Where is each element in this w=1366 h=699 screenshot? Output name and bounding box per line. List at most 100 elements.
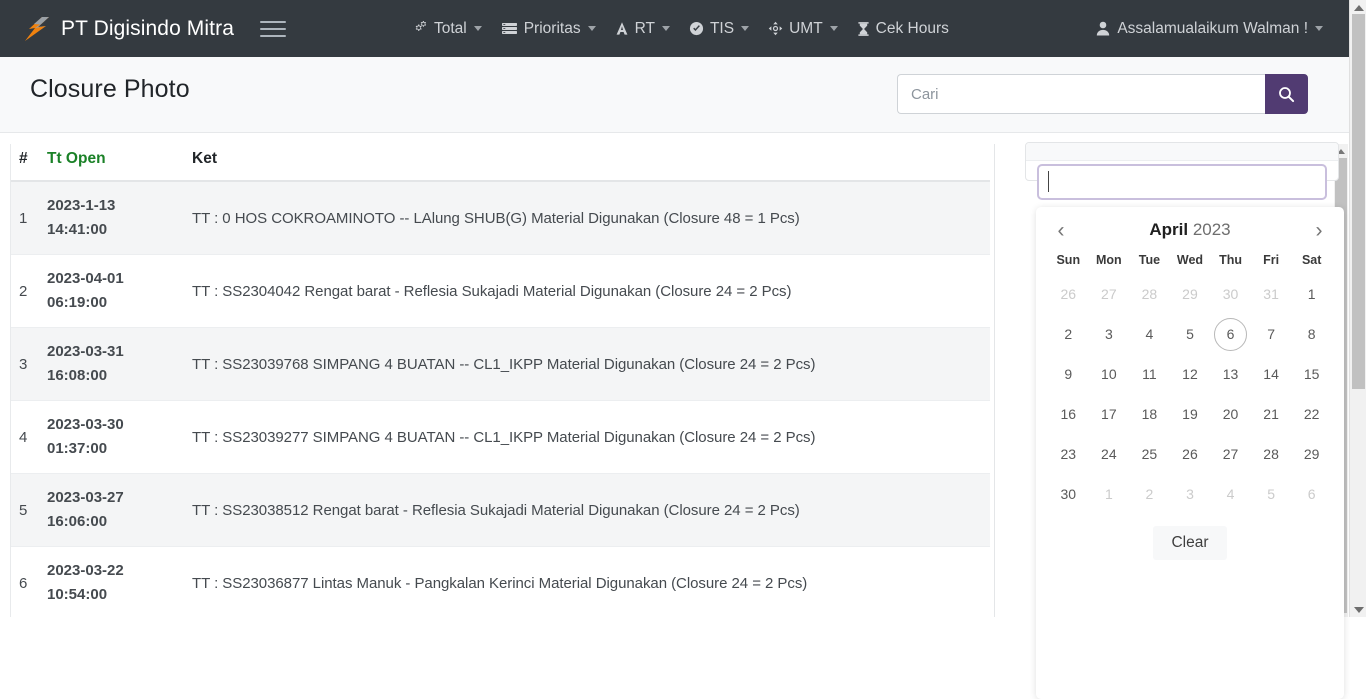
datepicker-days: 26 27 28 29 30 31 1 2 3 4 5 6 7 8 9 10 1… [1048,274,1332,514]
table-row[interactable]: 5 2023-03-27 16:06:00 TT : SS23038512 Re… [11,473,990,547]
day-cell[interactable]: 26 [1170,434,1211,474]
datepicker-week: 2 3 4 5 6 7 8 [1048,314,1332,354]
hourglass-icon [857,21,870,37]
column-header-ket[interactable]: Ket [184,144,990,182]
chevron-down-icon [661,26,670,31]
day-cell[interactable]: 21 [1251,394,1292,434]
row-date-time: 10:54:00 [47,586,108,603]
day-cell[interactable]: 1 [1291,274,1332,314]
search-button[interactable] [1265,74,1308,114]
user-menu[interactable]: Assalamualaikum Walman ! [1096,20,1323,38]
day-cell[interactable]: 4 [1129,314,1170,354]
day-cell[interactable]: 15 [1291,354,1332,394]
day-cell[interactable]: 3 [1089,314,1130,354]
row-date-day: 2023-03-31 [47,343,124,360]
datepicker-month: April [1149,220,1189,239]
day-cell[interactable]: 20 [1210,394,1251,434]
column-header-tt-open[interactable]: Tt Open [39,144,184,182]
row-date: 2023-04-01 06:19:00 [39,254,184,328]
nav-item-label: Total [433,19,467,37]
day-cell[interactable]: 6 [1291,474,1332,514]
row-ket: TT : SS2304042 Rengat barat - Reflesia S… [184,254,990,328]
day-cell[interactable]: 30 [1048,474,1089,514]
day-cell[interactable]: 11 [1129,354,1170,394]
day-cell[interactable]: 3 [1170,474,1211,514]
day-cell[interactable]: 18 [1129,394,1170,434]
chevron-right-icon[interactable]: › [1310,220,1328,241]
day-cell[interactable]: 12 [1170,354,1211,394]
day-cell-today[interactable]: 6 [1210,314,1251,354]
day-cell[interactable]: 29 [1291,434,1332,474]
server-list-icon [501,21,518,36]
day-cell[interactable]: 17 [1089,394,1130,434]
day-cell[interactable]: 30 [1210,274,1251,314]
nav-item-tis[interactable]: TIS [689,20,750,38]
day-cell[interactable]: 16 [1048,394,1089,434]
search-input[interactable] [897,74,1265,114]
column-header-number[interactable]: # [11,144,39,182]
nav-item-total[interactable]: Total [411,20,482,38]
page-scrollbar-thumb[interactable] [1352,14,1365,389]
row-date: 2023-03-22 10:54:00 [39,546,184,617]
day-cell[interactable]: 23 [1048,434,1089,474]
page-scrollbar-down-arrow[interactable] [1350,602,1366,617]
day-cell[interactable]: 5 [1170,314,1211,354]
day-cell[interactable]: 2 [1048,314,1089,354]
nav-item-umt[interactable]: UMT [768,20,838,38]
table-row[interactable]: 2 2023-04-01 06:19:00 TT : SS2304042 Ren… [11,254,990,328]
table-header: # Tt Open Ket [11,144,990,182]
font-a-icon [615,21,629,36]
clear-button[interactable]: Clear [1153,526,1227,560]
datepicker-nav: ‹ April 2023 › [1048,217,1332,243]
row-number: 5 [11,473,39,547]
table-row[interactable]: 4 2023-03-30 01:37:00 TT : SS23039277 SI… [11,400,990,474]
day-cell[interactable]: 28 [1129,274,1170,314]
brand[interactable]: PT Digisindo Mitra [22,15,234,43]
datepicker-grid: Sun Mon Tue Wed Thu Fri Sat 26 27 28 29 … [1048,249,1332,514]
day-cell[interactable]: 1 [1089,474,1130,514]
brand-text: PT Digisindo Mitra [61,16,234,40]
day-cell[interactable]: 13 [1210,354,1251,394]
day-cell[interactable]: 26 [1048,274,1089,314]
datepicker-week: 23 24 25 26 27 28 29 [1048,434,1332,474]
triangle-down-icon [1353,606,1364,613]
day-cell[interactable]: 14 [1251,354,1292,394]
bolt-logo-icon [25,16,49,41]
nav-item-prioritas[interactable]: Prioritas [501,20,596,38]
day-cell[interactable]: 31 [1251,274,1292,314]
day-cell[interactable]: 28 [1251,434,1292,474]
day-cell[interactable]: 2 [1129,474,1170,514]
user-menu-label: Assalamualaikum Walman ! [1117,19,1308,37]
day-cell[interactable]: 25 [1129,434,1170,474]
hamburger-icon[interactable] [259,18,286,40]
table-row[interactable]: 3 2023-03-31 16:08:00 TT : SS23039768 SI… [11,327,990,401]
date-filter-input[interactable] [1037,164,1327,200]
weekday-thu: Thu [1219,253,1242,267]
day-cell[interactable]: 22 [1291,394,1332,434]
day-cell[interactable]: 9 [1048,354,1089,394]
row-date-time: 06:19:00 [47,294,108,311]
table-row[interactable]: 6 2023-03-22 10:54:00 TT : SS23036877 Li… [11,546,990,617]
day-cell[interactable]: 29 [1170,274,1211,314]
day-cell[interactable]: 7 [1251,314,1292,354]
row-number: 2 [11,254,39,328]
day-cell[interactable]: 8 [1291,314,1332,354]
date-filter-field [1037,164,1327,200]
weekday-sun: Sun [1056,253,1081,267]
row-number: 6 [11,546,39,617]
page-scrollbar-up-arrow[interactable] [1350,0,1366,15]
datepicker-year: 2023 [1192,220,1231,239]
row-date-time: 01:37:00 [47,440,108,457]
day-cell[interactable]: 4 [1210,474,1251,514]
day-cell[interactable]: 27 [1210,434,1251,474]
page-scrollbar[interactable] [1349,0,1366,617]
chevron-left-icon[interactable]: ‹ [1052,220,1070,241]
day-cell[interactable]: 19 [1170,394,1211,434]
nav-item-cek-hours[interactable]: Cek Hours [857,20,949,38]
table-row[interactable]: 1 2023-1-13 14:41:00 TT : 0 HOS COKROAMI… [11,181,990,255]
day-cell[interactable]: 27 [1089,274,1130,314]
day-cell[interactable]: 10 [1089,354,1130,394]
day-cell[interactable]: 24 [1089,434,1130,474]
nav-item-rt[interactable]: RT [615,20,670,38]
day-cell[interactable]: 5 [1251,474,1292,514]
